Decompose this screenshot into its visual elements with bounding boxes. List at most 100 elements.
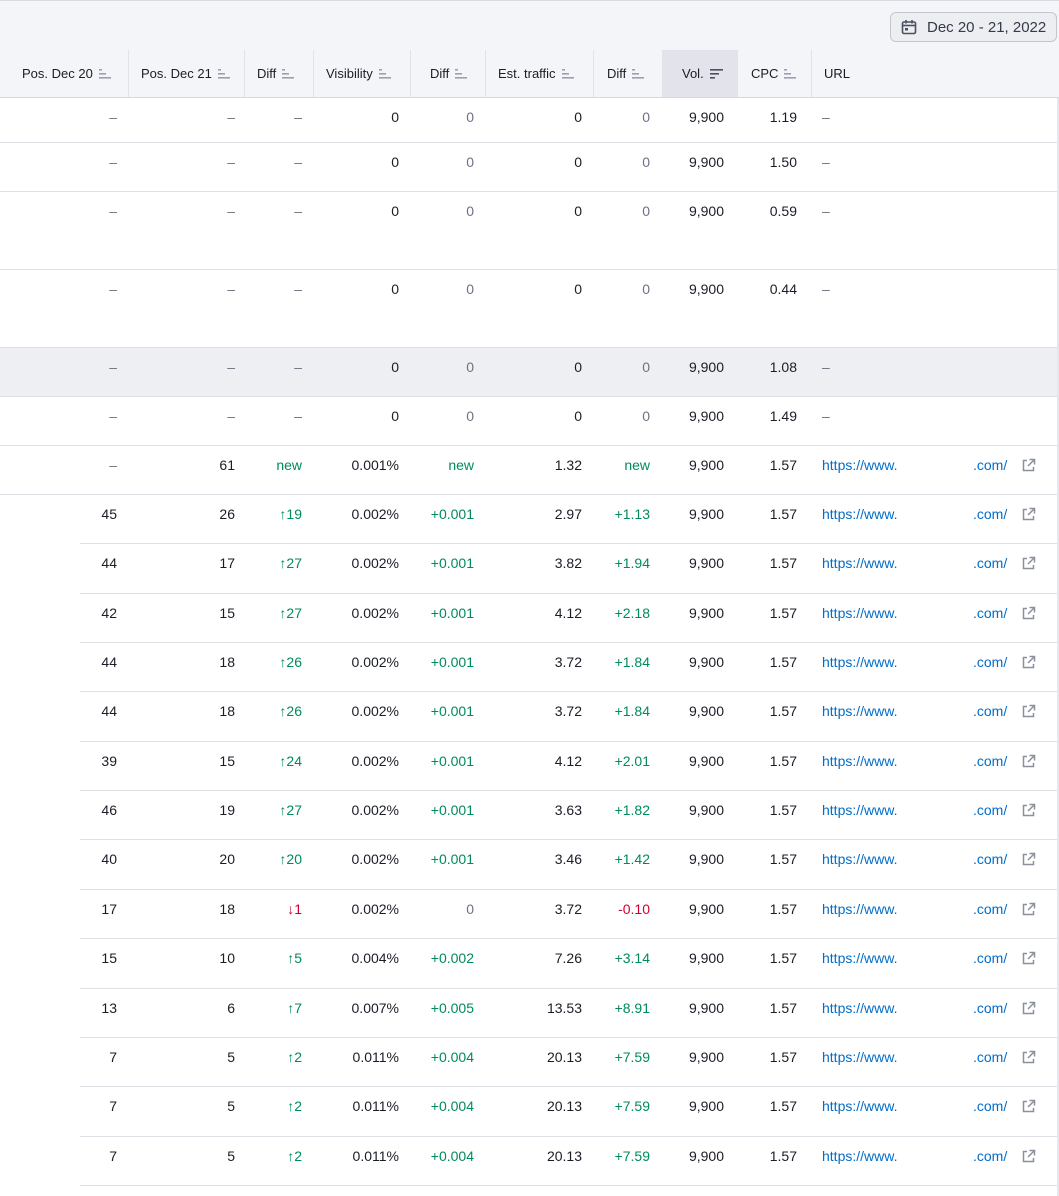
url-link-domain[interactable]: .com/ [973, 742, 1007, 791]
url-link-domain[interactable]: .com/ [973, 643, 1007, 692]
cell-vol: 9,900 [688, 802, 724, 818]
table-row[interactable]: – – – 0 0 0 0 9,900 0.44 – [0, 270, 1059, 348]
external-link-icon[interactable] [1021, 754, 1036, 769]
url-link-domain[interactable]: .com/ [973, 692, 1007, 741]
table-row[interactable]: – – – 0 0 0 0 9,900 1.19 – [0, 98, 1059, 143]
url-link[interactable]: https://www. [822, 594, 897, 643]
url-link[interactable]: https://www. [822, 939, 897, 988]
url-link-domain[interactable]: .com/ [973, 840, 1007, 889]
sort-icon[interactable] [784, 68, 797, 79]
date-range-button[interactable]: Dec 20 - 21, 2022 [890, 12, 1057, 42]
external-link-icon[interactable] [1021, 655, 1036, 670]
col-pos-diff-header[interactable]: Diff [245, 50, 314, 97]
col-pos-dec20-header[interactable]: Pos. Dec 20 [10, 50, 129, 97]
col-traffic-diff-header[interactable]: Diff [594, 50, 663, 97]
table-row[interactable]: – – – 0 0 0 0 9,900 1.08 – [0, 348, 1059, 397]
url-empty: – [822, 408, 830, 424]
url-link[interactable]: https://www. [822, 840, 897, 889]
table-row[interactable]: 40 20 ↑20 0.002% +0.001 3.46 +1.42 9,900 1.57 htt… [0, 840, 1059, 890]
col-est-traffic-header[interactable]: Est. traffic [486, 50, 594, 97]
external-link-icon[interactable] [1021, 1050, 1036, 1065]
url-link-domain[interactable]: .com/ [973, 446, 1007, 495]
external-link-icon[interactable] [1021, 951, 1036, 966]
sort-icon[interactable] [98, 68, 112, 79]
sort-icon[interactable] [455, 68, 468, 79]
cell-traffic: 2.97 [554, 506, 582, 522]
external-link-icon[interactable] [1021, 556, 1036, 571]
cell-traffic: 3.82 [554, 555, 582, 571]
table-row[interactable]: 44 17 ↑27 0.002% +0.001 3.82 +1.94 9,900 1.57 htt… [0, 544, 1059, 594]
cell-trdiff: +1.84 [614, 654, 650, 670]
url-link-domain[interactable]: .com/ [973, 1038, 1007, 1087]
external-link-icon[interactable] [1021, 803, 1036, 818]
col-url-header[interactable]: URL [812, 50, 1059, 97]
url-link-domain[interactable]: .com/ [973, 544, 1007, 593]
sort-icon[interactable] [378, 68, 392, 79]
table-row[interactable]: 15 10 ↑5 0.004% +0.002 7.26 +3.14 9,900 1.57 http… [0, 939, 1059, 989]
cell-trdiff: +1.42 [614, 851, 650, 867]
col-visibility-diff-header[interactable]: Diff [411, 50, 486, 97]
url-link-domain[interactable]: .com/ [973, 939, 1007, 988]
external-link-icon[interactable] [1021, 507, 1036, 522]
url-link[interactable]: https://www. [822, 890, 897, 939]
url-link-domain[interactable]: .com/ [973, 1137, 1007, 1186]
col-pos-dec21-header[interactable]: Pos. Dec 21 [129, 50, 245, 97]
external-link-icon[interactable] [1021, 902, 1036, 917]
cell-trdiff: 0 [642, 408, 650, 424]
external-link-icon[interactable] [1021, 458, 1036, 473]
cell-diff: ↑27 [279, 605, 302, 621]
table-row[interactable]: 42 15 ↑27 0.002% +0.001 4.12 +2.18 9,900 1.57 htt… [0, 594, 1059, 643]
table-row[interactable]: 45 26 ↑19 0.002% +0.001 2.97 +1.13 9,900 1.57 htt… [0, 495, 1059, 544]
table-row[interactable]: 7 5 ↑2 0.011% +0.004 20.13 +7.59 9,900 1.57 https… [0, 1137, 1059, 1186]
sort-icon[interactable] [217, 68, 231, 79]
table-row[interactable]: – 61 new 0.001% new 1.32 new 9,900 1.57 https://w… [0, 446, 1059, 495]
url-link[interactable]: https://www. [822, 446, 897, 495]
table-row[interactable]: 39 15 ↑24 0.002% +0.001 4.12 +2.01 9,900 1.57 htt… [0, 742, 1059, 791]
col-cpc-header[interactable]: CPC [738, 50, 812, 97]
url-link-domain[interactable]: .com/ [973, 495, 1007, 544]
url-link[interactable]: https://www. [822, 1038, 897, 1087]
table-row[interactable]: 13 6 ↑7 0.007% +0.005 13.53 +8.91 9,900 1.57 http… [0, 989, 1059, 1038]
external-link-icon[interactable] [1021, 1001, 1036, 1016]
url-link[interactable]: https://www. [822, 544, 897, 593]
table-row[interactable]: 44 18 ↑26 0.002% +0.001 3.72 +1.84 9,900 1.57 htt… [0, 692, 1059, 742]
url-link-domain[interactable]: .com/ [973, 791, 1007, 840]
url-link-domain[interactable]: .com/ [973, 1087, 1007, 1136]
url-link[interactable]: https://www. [822, 989, 897, 1038]
url-link[interactable]: https://www. [822, 791, 897, 840]
cell-traffic: 3.72 [554, 654, 582, 670]
table-row[interactable]: 46 19 ↑27 0.002% +0.001 3.63 +1.82 9,900 1.57 htt… [0, 791, 1059, 840]
table-row[interactable]: 44 18 ↑26 0.002% +0.001 3.72 +1.84 9,900 1.57 htt… [0, 643, 1059, 692]
table-row[interactable]: 17 18 ↓1 0.002% 0 3.72 -0.10 9,900 1.57 https://w… [0, 890, 1059, 939]
url-link[interactable]: https://www. [822, 1087, 897, 1136]
url-link[interactable]: https://www. [822, 1137, 897, 1186]
col-volume-header[interactable]: Vol. [663, 50, 738, 97]
table-row[interactable]: 7 5 ↑2 0.011% +0.004 20.13 +7.59 9,900 1.57 https… [0, 1038, 1059, 1087]
col-visibility-header[interactable]: Visibility [314, 50, 411, 97]
url-link[interactable]: https://www. [822, 495, 897, 544]
sort-icon[interactable] [632, 68, 645, 79]
external-link-icon[interactable] [1021, 852, 1036, 867]
cell-vis: 0 [391, 203, 399, 219]
external-link-icon[interactable] [1021, 1149, 1036, 1164]
table-row[interactable]: – – – 0 0 0 0 9,900 1.50 – [0, 143, 1059, 192]
url-link-domain[interactable]: .com/ [973, 594, 1007, 643]
cell-traffic: 3.72 [554, 703, 582, 719]
sort-icon[interactable] [561, 68, 575, 79]
cell-pos21: 61 [219, 457, 235, 473]
url-link-domain[interactable]: .com/ [973, 989, 1007, 1038]
sort-desc-icon[interactable] [709, 68, 723, 79]
url-link[interactable]: https://www. [822, 742, 897, 791]
table-row[interactable]: – – – 0 0 0 0 9,900 0.59 – [0, 192, 1059, 270]
external-link-icon[interactable] [1021, 1099, 1036, 1114]
url-link[interactable]: https://www. [822, 692, 897, 741]
external-link-icon[interactable] [1021, 606, 1036, 621]
table-row[interactable]: – – – 0 0 0 0 9,900 1.49 – [0, 397, 1059, 446]
table-row[interactable]: 7 5 ↑2 0.011% +0.004 20.13 +7.59 9,900 1.57 https… [0, 1087, 1059, 1137]
sort-icon[interactable] [282, 68, 295, 79]
url-link-domain[interactable]: .com/ [973, 890, 1007, 939]
url-redaction-gap [912, 1137, 973, 1186]
external-link-icon[interactable] [1021, 704, 1036, 719]
column-header-label: Pos. Dec 21 [141, 66, 212, 81]
url-link[interactable]: https://www. [822, 643, 897, 692]
